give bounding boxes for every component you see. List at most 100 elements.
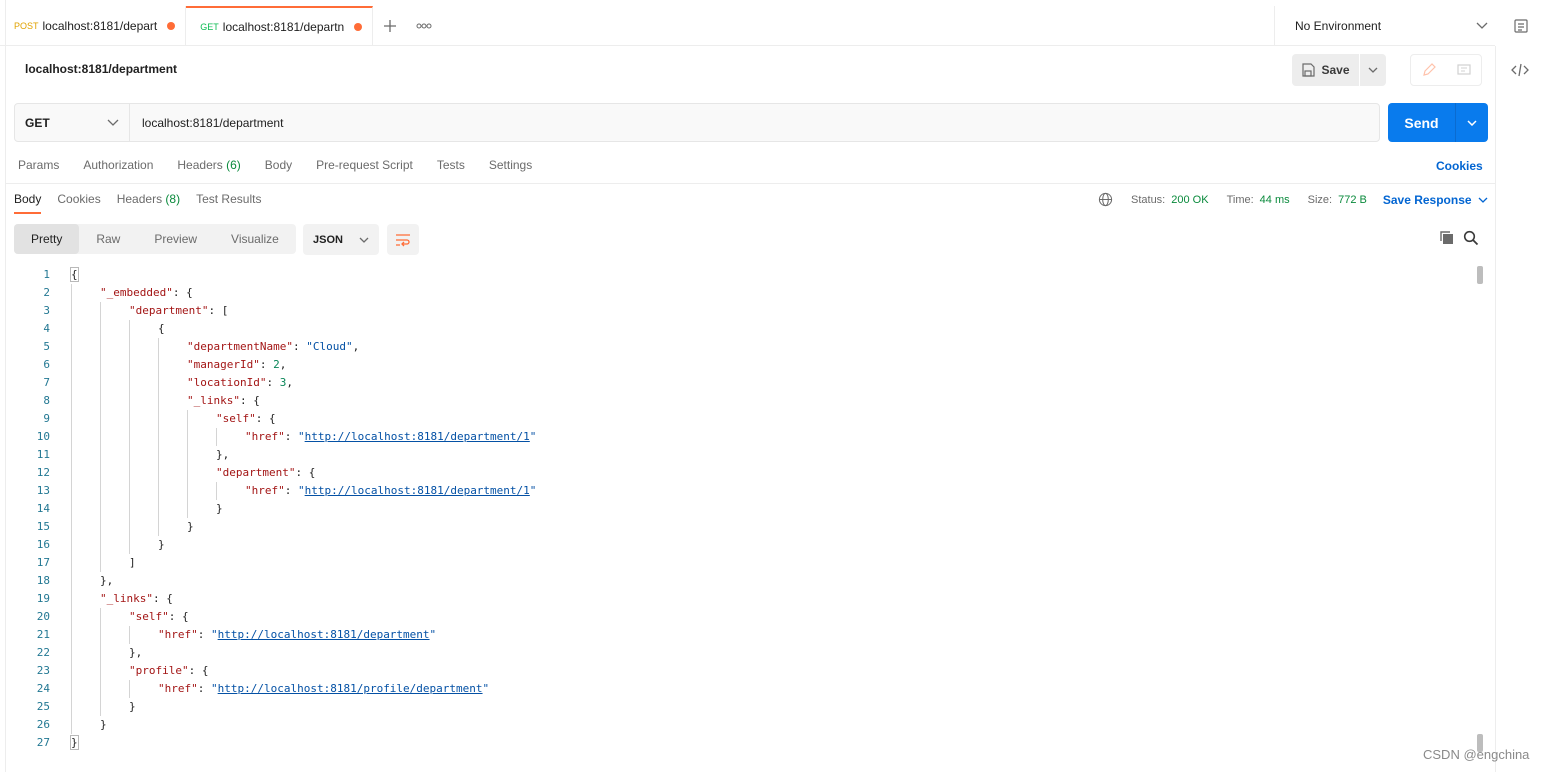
indent-guide xyxy=(216,428,217,446)
view-preview[interactable]: Preview xyxy=(137,224,214,254)
edit-actions xyxy=(1410,54,1482,86)
more-tabs-button[interactable] xyxy=(407,6,441,45)
tab-prerequest-script[interactable]: Pre-request Script xyxy=(316,158,413,172)
line-number: 10 xyxy=(36,430,50,443)
size-label: Size: xyxy=(1307,193,1333,206)
code-line: 3 "department": [ xyxy=(0,302,1475,320)
code-token: "_links" xyxy=(100,592,153,605)
tab-response-cookies[interactable]: Cookies xyxy=(57,192,100,214)
tab-test-results[interactable]: Test Results xyxy=(196,192,261,214)
code-token: { xyxy=(70,267,79,282)
size-value[interactable]: 772 B xyxy=(1338,194,1367,206)
line-number: 3 xyxy=(43,304,50,317)
more-icon xyxy=(416,23,432,28)
view-raw[interactable]: Raw xyxy=(79,224,137,254)
code-token: ] xyxy=(129,556,136,569)
code-line: 27} xyxy=(0,734,1475,752)
code-token: " xyxy=(482,682,490,695)
code-token: : { xyxy=(255,412,276,425)
code-token: }, xyxy=(129,646,143,659)
environment-quick-look-button[interactable] xyxy=(1496,6,1545,46)
tab-response-headers[interactable]: Headers (8) xyxy=(117,192,180,214)
line-number: 25 xyxy=(36,700,50,713)
code-token: "href" xyxy=(158,682,198,695)
code-text: }, xyxy=(129,644,142,662)
tab-headers[interactable]: Headers (6) xyxy=(177,158,240,172)
save-response-button[interactable]: Save Response xyxy=(1383,193,1488,207)
send-button[interactable]: Send xyxy=(1388,103,1455,142)
code-line: 2 "_embedded": { xyxy=(0,284,1475,302)
language-select[interactable]: JSON xyxy=(303,224,379,255)
save-options-button[interactable] xyxy=(1360,54,1386,86)
url-bar: GET xyxy=(14,103,1380,142)
copy-button[interactable] xyxy=(1439,230,1455,249)
code-text: "departmentName": "Cloud", xyxy=(187,338,359,356)
code-token: } xyxy=(70,735,79,750)
time-value[interactable]: 44 ms xyxy=(1260,194,1290,206)
tab-response-body[interactable]: Body xyxy=(14,192,42,214)
environment-label: No Environment xyxy=(1295,18,1382,33)
cookies-link[interactable]: Cookies xyxy=(1436,159,1483,173)
method-select[interactable]: GET xyxy=(15,104,130,141)
send-options-button[interactable] xyxy=(1455,103,1488,142)
code-token: : { xyxy=(239,394,260,407)
code-token: } xyxy=(158,538,165,551)
code-token: 2 xyxy=(273,358,280,371)
indent-guide xyxy=(129,320,130,554)
tab-settings[interactable]: Settings xyxy=(489,158,532,172)
code-token: : xyxy=(259,358,274,371)
environment-select[interactable]: No Environment xyxy=(1274,6,1496,45)
line-number: 7 xyxy=(43,376,50,389)
right-rail-divider xyxy=(1495,46,1496,772)
request-title[interactable]: localhost:8181/department xyxy=(25,62,177,76)
code-token: , xyxy=(352,340,360,353)
code-line: 20 "self": { xyxy=(0,608,1475,626)
tab-params[interactable]: Params xyxy=(18,158,59,172)
response-body-viewer[interactable]: 1{2 "_embedded": {3 "department": [4{5 "dep… xyxy=(0,266,1475,756)
code-text: { xyxy=(158,320,165,338)
code-link[interactable]: http://localhost:8181/profile/department xyxy=(218,682,483,695)
code-token: : { xyxy=(168,610,189,623)
line-number: 20 xyxy=(36,610,50,623)
environment-icon xyxy=(1513,19,1528,33)
tab-post-request[interactable]: POST localhost:8181/depart xyxy=(0,6,187,45)
code-link[interactable]: http://localhost:8181/department xyxy=(218,628,430,641)
tab-body[interactable]: Body xyxy=(265,158,292,172)
code-line: 21 "href": "http://localhost:8181/departm… xyxy=(0,626,1475,644)
code-token: : { xyxy=(295,466,316,479)
tab-get-request[interactable]: GET localhost:8181/departn xyxy=(186,6,374,45)
tab-response-headers-label: Headers xyxy=(116,192,163,206)
indent-guide xyxy=(129,626,130,644)
code-link[interactable]: http://localhost:8181/department/1 xyxy=(305,484,530,497)
comment-button[interactable] xyxy=(1446,55,1481,85)
code-snippet-button[interactable] xyxy=(1504,56,1536,84)
tab-tests[interactable]: Tests xyxy=(437,158,465,172)
code-token: " xyxy=(298,430,305,443)
chevron-down-icon xyxy=(1476,22,1488,29)
code-token: "self" xyxy=(129,610,169,623)
code-text: "_embedded": { xyxy=(100,284,193,302)
code-token: " xyxy=(529,430,537,443)
code-text: } xyxy=(129,698,136,716)
search-button[interactable] xyxy=(1463,230,1479,249)
unsaved-dot-icon xyxy=(167,21,176,30)
line-number: 2 xyxy=(43,286,50,299)
code-link[interactable]: http://localhost:8181/department/1 xyxy=(305,430,530,443)
view-visualize[interactable]: Visualize xyxy=(214,224,296,254)
new-tab-button[interactable] xyxy=(373,6,407,45)
code-text: } xyxy=(100,716,107,734)
code-line: 18}, xyxy=(0,572,1475,590)
code-token: } xyxy=(187,520,194,533)
view-pretty[interactable]: Pretty xyxy=(14,224,80,254)
wrap-lines-button[interactable] xyxy=(387,224,419,255)
url-input[interactable] xyxy=(130,104,1379,141)
tab-authorization[interactable]: Authorization xyxy=(83,158,153,172)
code-token: : xyxy=(284,484,298,497)
indent-guide xyxy=(216,482,217,500)
code-token: "self" xyxy=(216,412,256,425)
scrollbar-thumb[interactable] xyxy=(1477,266,1483,284)
code-text: { xyxy=(70,266,79,284)
save-button[interactable]: Save xyxy=(1292,54,1359,86)
edit-button[interactable] xyxy=(1411,55,1446,85)
status-value[interactable]: 200 OK xyxy=(1171,194,1208,206)
